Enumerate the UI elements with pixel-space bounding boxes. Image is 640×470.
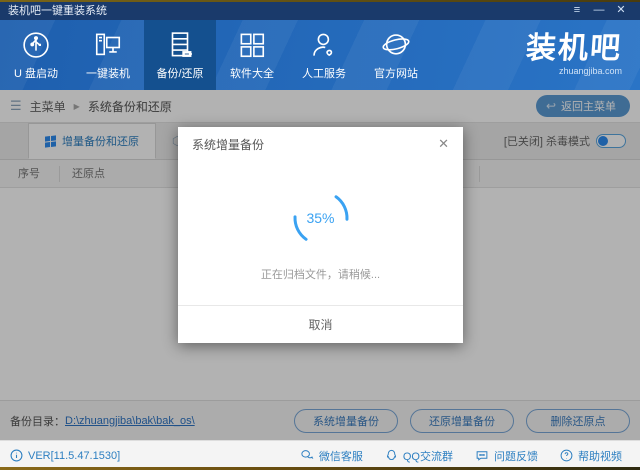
nav-item-one-key-install[interactable]: 一键装机 bbox=[72, 20, 144, 90]
person-service-icon bbox=[309, 30, 339, 60]
titlebar: 装机吧一键重装系统 ≡ — ✕ bbox=[0, 0, 640, 20]
status-link-label: QQ交流群 bbox=[402, 450, 453, 463]
globe-icon bbox=[381, 30, 411, 60]
info-icon bbox=[10, 449, 23, 462]
cancel-button[interactable]: 取消 bbox=[288, 312, 352, 337]
help-video-link[interactable]: 帮助视频 bbox=[560, 448, 622, 464]
dialog-close-icon[interactable]: ✕ bbox=[438, 127, 449, 161]
dialog-body: 35% 正在归档文件，请稍候... bbox=[178, 161, 463, 305]
incremental-backup-progress-dialog: 系统增量备份 ✕ 35% 正在归档文件，请稍候... 取消 bbox=[178, 127, 463, 343]
close-icon[interactable]: ✕ bbox=[610, 0, 632, 20]
apps-grid-icon bbox=[237, 30, 267, 60]
feedback-bubble-icon bbox=[476, 451, 488, 461]
question-circle-icon bbox=[560, 449, 573, 462]
brand-logo: 装机吧 zhuangjiba.com bbox=[524, 32, 624, 76]
nav-item-software[interactable]: 软件大全 bbox=[216, 20, 288, 90]
version-zone[interactable]: VER[11.5.47.1530] bbox=[10, 449, 120, 462]
brand-logo-domain: zhuangjiba.com bbox=[558, 66, 622, 76]
qq-group-link[interactable]: QQ交流群 bbox=[385, 448, 453, 464]
nav-label: 软件大全 bbox=[230, 67, 274, 80]
nav-item-usb-boot[interactable]: U 盘启动 bbox=[0, 20, 72, 90]
status-link-label: 微信客服 bbox=[318, 450, 363, 463]
progress-status-text: 正在归档文件，请稍候... bbox=[260, 269, 381, 281]
screen-edge-top bbox=[0, 0, 640, 2]
dialog-title: 系统增量备份 bbox=[192, 137, 265, 152]
status-link-label: 问题反馈 bbox=[494, 450, 538, 463]
menu-icon[interactable]: ≡ bbox=[566, 0, 588, 20]
minimize-icon[interactable]: — bbox=[588, 0, 610, 20]
statusbar-links: 微信客服 QQ交流群 问题反馈 帮助视频 bbox=[300, 448, 630, 464]
brand-logo-text: 装机吧 bbox=[524, 32, 624, 65]
nav-label: 备份/还原 bbox=[156, 67, 204, 80]
nav-label: U 盘启动 bbox=[14, 67, 58, 80]
nav-label: 一键装机 bbox=[86, 67, 130, 80]
nav-label: 人工服务 bbox=[302, 67, 346, 80]
computer-icon bbox=[93, 30, 123, 60]
dialog-footer: 取消 bbox=[178, 305, 463, 343]
statusbar: VER[11.5.47.1530] 微信客服 QQ交流群 问题反馈 帮助视频 bbox=[0, 440, 640, 470]
backup-server-icon bbox=[165, 30, 195, 60]
wechat-support-link[interactable]: 微信客服 bbox=[300, 448, 363, 464]
feedback-link[interactable]: 问题反馈 bbox=[475, 448, 538, 464]
nav-item-website[interactable]: 官方网站 bbox=[360, 20, 432, 90]
usb-icon bbox=[21, 30, 51, 60]
version-label: VER[11.5.47.1530] bbox=[28, 449, 121, 462]
qq-icon bbox=[386, 449, 396, 461]
nav-item-support[interactable]: 人工服务 bbox=[288, 20, 360, 90]
nav-label: 官方网站 bbox=[374, 67, 418, 80]
app-window: 装机吧一键重装系统 ≡ — ✕ U 盘启动 一键装机 备份/还原 软件大全 人工… bbox=[0, 0, 640, 470]
nav-item-backup-restore[interactable]: 备份/还原 bbox=[144, 20, 216, 90]
progress-percent: 35% bbox=[306, 210, 335, 226]
window-title: 装机吧一键重装系统 bbox=[8, 5, 107, 17]
main-nav: U 盘启动 一键装机 备份/还原 软件大全 人工服务 官方网站 装机吧 zhua… bbox=[0, 20, 640, 90]
progress-spinner: 35% bbox=[289, 186, 353, 250]
wechat-icon bbox=[301, 450, 314, 459]
dialog-header: 系统增量备份 ✕ bbox=[178, 127, 463, 161]
status-link-label: 帮助视频 bbox=[578, 450, 622, 463]
